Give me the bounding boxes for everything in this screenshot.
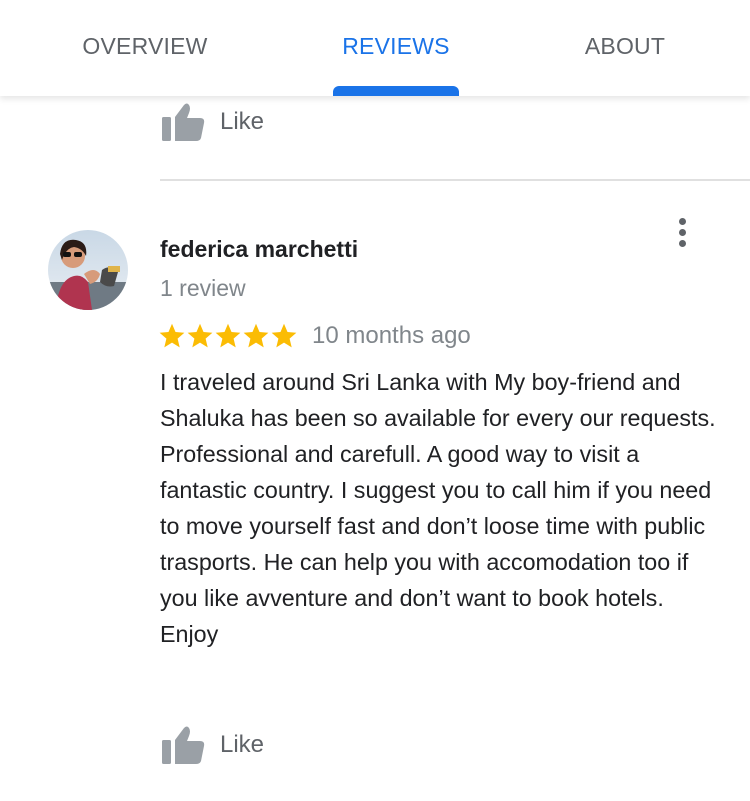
review-time: 10 months ago <box>312 322 471 349</box>
star-icon <box>187 323 213 348</box>
star-icon <box>243 323 269 348</box>
review-count: 1 review <box>160 275 246 301</box>
star-icon <box>215 323 241 348</box>
avatar-photo <box>48 230 128 310</box>
tab-reviews[interactable]: REVIEWS <box>300 0 492 94</box>
active-tab-indicator <box>333 86 459 96</box>
more-vert-icon[interactable] <box>668 212 696 252</box>
reviewer-avatar[interactable] <box>48 230 128 310</box>
star-rating <box>158 322 298 350</box>
review-text: I traveled around Sri Lanka with My boy-… <box>160 369 716 647</box>
like-button-previous[interactable]: Like <box>160 96 264 148</box>
review-author-name[interactable]: federica marchetti <box>160 236 358 263</box>
star-icon <box>271 323 297 348</box>
like-label: Like <box>220 108 265 135</box>
tab-bar: OVERVIEW REVIEWS ABOUT <box>0 0 750 96</box>
like-label: Like <box>220 731 265 758</box>
tab-about[interactable]: ABOUT <box>540 0 710 94</box>
thumb-up-icon <box>162 726 205 764</box>
review-rating-row: 10 months ago <box>158 318 471 354</box>
review-divider <box>160 179 750 181</box>
like-button[interactable]: Like <box>160 716 264 774</box>
tab-overview[interactable]: OVERVIEW <box>40 0 250 94</box>
star-icon <box>159 323 185 348</box>
thumb-up-icon <box>162 103 205 141</box>
